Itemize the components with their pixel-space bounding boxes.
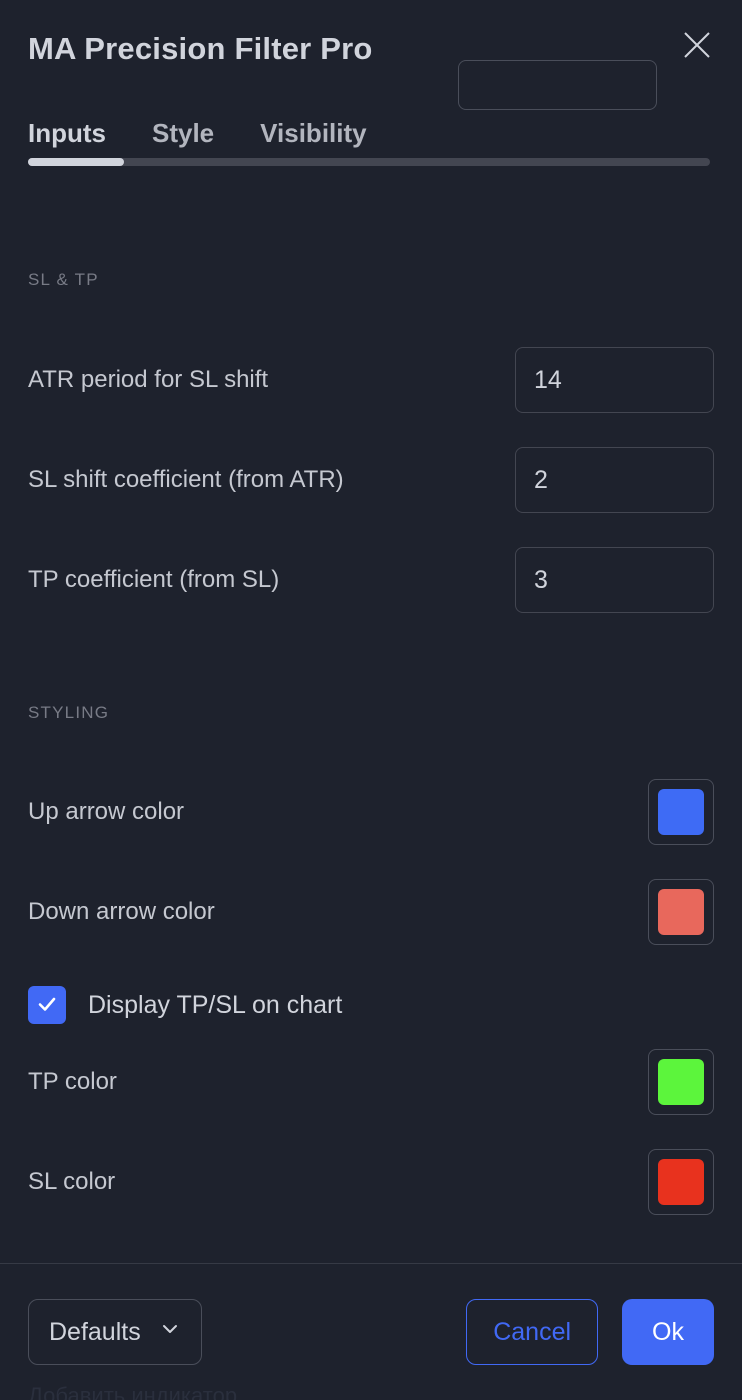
section-label-styling: STYLING	[28, 703, 110, 722]
scrolled-away-input[interactable]	[458, 60, 657, 110]
field-row-down-arrow-color: Down arrow color	[28, 879, 714, 945]
tab-visibility[interactable]: Visibility	[260, 120, 366, 146]
field-label-down-arrow-color: Down arrow color	[28, 897, 215, 925]
field-label-atr-period: ATR period for SL shift	[28, 365, 269, 393]
check-icon	[35, 992, 59, 1019]
field-label-tp-color: TP color	[28, 1067, 117, 1095]
color-swatch-up-arrow[interactable]	[648, 779, 714, 845]
ok-button[interactable]: Ok	[622, 1299, 714, 1365]
field-row-display-tpsl: Display TP/SL on chart	[28, 984, 342, 1026]
footer-actions: Cancel Ok	[466, 1299, 714, 1365]
field-row-sl-shift-coefficient: SL shift coefficient (from ATR)	[28, 447, 714, 513]
input-sl-shift-coefficient[interactable]	[515, 447, 714, 513]
field-row-atr-period: ATR period for SL shift	[28, 347, 714, 413]
field-label-sl-color: SL color	[28, 1167, 116, 1195]
tab-bar: Inputs Style Visibility	[0, 60, 742, 176]
field-label-display-tpsl: Display TP/SL on chart	[88, 990, 343, 1019]
color-swatch-sl-fill	[658, 1159, 704, 1205]
color-swatch-sl[interactable]	[648, 1149, 714, 1215]
indicator-settings-dialog: MA Precision Filter Pro Inputs Style Vis…	[0, 0, 742, 1400]
field-row-sl-color: SL color	[28, 1149, 714, 1215]
chevron-down-icon	[159, 1318, 181, 1347]
dialog-title: MA Precision Filter Pro	[28, 30, 373, 66]
defaults-label: Defaults	[49, 1317, 141, 1346]
close-button[interactable]	[674, 22, 720, 68]
color-swatch-tp[interactable]	[648, 1049, 714, 1115]
tab-scroll-track[interactable]	[28, 158, 710, 166]
field-row-tp-color: TP color	[28, 1049, 714, 1115]
color-swatch-down-arrow[interactable]	[648, 879, 714, 945]
field-label-tp-coefficient: TP coefficient (from SL)	[28, 565, 280, 593]
defaults-dropdown[interactable]: Defaults	[28, 1299, 202, 1365]
field-label-sl-shift-coefficient: SL shift coefficient (from ATR)	[28, 465, 344, 493]
cancel-button[interactable]: Cancel	[466, 1299, 599, 1365]
input-atr-period[interactable]	[515, 347, 714, 413]
color-swatch-up-arrow-fill	[658, 789, 704, 835]
checkbox-display-tpsl[interactable]	[28, 986, 66, 1024]
field-row-tp-coefficient: TP coefficient (from SL)	[28, 547, 714, 613]
field-label-up-arrow-color: Up arrow color	[28, 797, 185, 825]
color-swatch-down-arrow-fill	[658, 889, 704, 935]
underlying-page-text: Добавить индикатор	[28, 1383, 238, 1400]
input-tp-coefficient[interactable]	[515, 547, 714, 613]
field-row-up-arrow-color: Up arrow color	[28, 779, 714, 845]
section-label-sl-tp: SL & TP	[28, 270, 99, 289]
tab-inputs[interactable]: Inputs	[28, 120, 106, 146]
close-icon	[681, 29, 713, 61]
tab-style[interactable]: Style	[152, 120, 214, 146]
tab-scroll-thumb[interactable]	[28, 158, 124, 166]
color-swatch-tp-fill	[658, 1059, 704, 1105]
dialog-footer: Defaults Cancel Ok Добавить индикатор	[0, 1263, 742, 1400]
settings-body: SL & TP ATR period for SL shift SL shift…	[0, 176, 742, 1263]
